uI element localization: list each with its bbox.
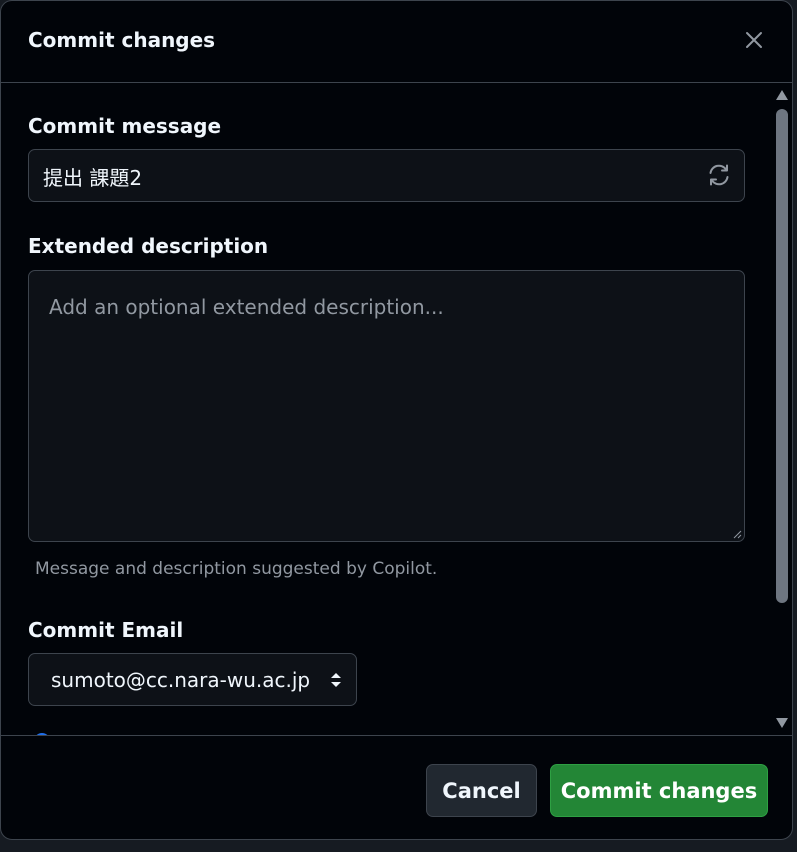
commit-email-label: Commit Email <box>28 618 184 642</box>
extended-description-placeholder: Add an optional extended description... <box>49 295 444 319</box>
commit-email-select[interactable]: sumoto@cc.nara-wu.ac.jp <box>28 653 357 706</box>
cancel-button[interactable]: Cancel <box>426 764 537 817</box>
commit-message-value: 提出 課題2 <box>43 166 143 190</box>
resize-grip-icon[interactable] <box>732 529 742 539</box>
scroll-down-icon[interactable] <box>775 717 789 729</box>
dialog-header: Commit changes <box>1 1 792 83</box>
refresh-icon <box>709 164 729 186</box>
dialog-body: Commit message 提出 課題2 Extended descripti… <box>1 83 769 735</box>
close-icon <box>746 32 762 48</box>
commit-email-value: sumoto@cc.nara-wu.ac.jp <box>51 668 311 692</box>
commit-message-input[interactable]: 提出 課題2 <box>28 149 745 202</box>
extended-description-textarea[interactable]: Add an optional extended description... <box>28 270 745 542</box>
close-button[interactable] <box>738 24 770 56</box>
select-arrows-icon <box>331 673 341 687</box>
dialog-footer: Cancel Commit changes <box>1 735 792 839</box>
scrollbar-thumb[interactable] <box>776 109 788 603</box>
regenerate-message-button[interactable] <box>704 160 734 190</box>
commit-message-label: Commit message <box>28 114 222 138</box>
dialog-title: Commit changes <box>28 28 216 52</box>
copilot-hint: Message and description suggested by Cop… <box>35 559 438 579</box>
extended-description-label: Extended description <box>28 234 269 258</box>
commit-changes-button[interactable]: Commit changes <box>550 764 768 817</box>
commit-dialog: Commit changes Commit message 提出 課題2 Ext… <box>0 0 793 840</box>
scrollbar[interactable] <box>771 85 792 735</box>
scroll-up-icon[interactable] <box>775 89 789 101</box>
